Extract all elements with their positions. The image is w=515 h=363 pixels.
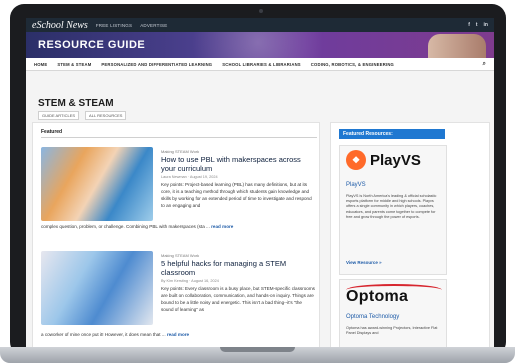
playvs-logo-text: PlayVS <box>370 151 421 169</box>
resource-description: PlayVS is North America's leading & offi… <box>346 194 437 219</box>
article-excerpt-continued: a coworker of mine once put it! However,… <box>41 331 315 338</box>
article-excerpt-tail: a coworker of mine once put it! However,… <box>41 332 166 337</box>
article-meta: By Kim Kersting · August 16, 2024 <box>161 279 219 283</box>
article-image-pbl[interactable] <box>41 147 153 221</box>
featured-articles-panel: Featured Making STEAM Work How to use PB… <box>32 122 320 352</box>
banner-glow <box>186 32 366 58</box>
featured-resources-heading: Featured Resources: <box>339 129 445 139</box>
linkedin-icon[interactable]: in <box>484 22 488 28</box>
laptop-screen: eSchool News FREE LISTINGS ADVERTISE f t… <box>26 18 494 352</box>
search-icon[interactable]: ⌕ <box>482 61 486 68</box>
resource-name[interactable]: PlayVS <box>346 182 366 188</box>
main-nav: HOME STEM & STEAM PERSONALIZED AND DIFFE… <box>26 58 494 71</box>
banner-title: RESOURCE GUIDE <box>38 39 146 51</box>
read-more-link[interactable]: read more <box>167 332 189 337</box>
social-links: f t in <box>468 22 488 28</box>
featured-label: Featured <box>41 129 63 135</box>
subnav-all-resources[interactable]: ALL RESOURCES <box>85 111 127 120</box>
article-image-stem-classroom[interactable] <box>41 251 153 325</box>
top-link-advertise[interactable]: ADVERTISE <box>140 23 167 28</box>
twitter-icon[interactable]: t <box>476 22 478 28</box>
camera-icon <box>259 9 263 13</box>
subnav-guide-articles[interactable]: GUIDE ARTICLES <box>38 111 80 120</box>
nav-item-home[interactable]: HOME <box>34 62 47 67</box>
view-resource-link[interactable]: View Resource » <box>346 260 382 265</box>
article-title[interactable]: 5 helpful hacks for managing a STEM clas… <box>161 259 313 277</box>
top-bar: eSchool News FREE LISTINGS ADVERTISE f t… <box>26 18 494 32</box>
resource-name[interactable]: Optoma Technology <box>346 314 399 320</box>
article-excerpt-continued: complex question, problem, or challenge.… <box>41 223 315 230</box>
site-logo[interactable]: eSchool News <box>32 20 88 31</box>
optoma-logo[interactable]: Optoma <box>346 288 408 306</box>
article-category[interactable]: Making STEAM Work <box>161 253 199 258</box>
featured-resources-sidebar: Featured Resources: ❖ PlayVS PlayVS Play… <box>330 122 490 352</box>
article-excerpt-tail: complex question, problem, or challenge.… <box>41 224 210 229</box>
nav-item-personalized-learning[interactable]: PERSONALIZED AND DIFFERENTIATED LEARNING <box>101 62 212 67</box>
article-excerpt: Key points: Every classroom is a busy pl… <box>161 286 315 312</box>
article-meta: Laura Newman · August 19, 2024 <box>161 175 218 179</box>
nav-item-coding-robotics[interactable]: CODING, ROBOTICS, & ENGINEERING <box>311 62 394 67</box>
nav-item-stem-steam[interactable]: STEM & STEAM <box>57 62 91 67</box>
article-title[interactable]: How to use PBL with makerspaces across y… <box>161 155 313 173</box>
resource-guide-banner: RESOURCE GUIDE <box>26 32 494 58</box>
banner-photo <box>428 34 486 58</box>
page-title: STEM & STEAM <box>38 98 114 109</box>
resource-card-playvs[interactable]: ❖ PlayVS PlayVS PlayVS is North America'… <box>339 145 447 275</box>
article-category[interactable]: Making STEAM Work <box>161 149 199 154</box>
laptop-notch <box>220 347 295 352</box>
page-subnav: GUIDE ARTICLES ALL RESOURCES <box>38 111 127 120</box>
laptop-frame: eSchool News FREE LISTINGS ADVERTISE f t… <box>10 4 506 356</box>
playvs-mark-icon: ❖ <box>346 150 366 170</box>
resource-card-optoma[interactable]: Optoma Optoma Technology Optoma has awar… <box>339 279 447 352</box>
playvs-logo[interactable]: ❖ PlayVS <box>346 150 421 170</box>
read-more-link[interactable]: read more <box>211 224 233 229</box>
divider <box>41 137 317 138</box>
top-link-free-listings[interactable]: FREE LISTINGS <box>96 23 132 28</box>
nav-item-school-libraries[interactable]: SCHOOL LIBRARIES & LIBRARIANS <box>222 62 301 67</box>
facebook-icon[interactable]: f <box>468 22 470 28</box>
article-excerpt: Key points: Project-based learning (PBL)… <box>161 182 312 208</box>
resource-description: Optoma has award-winning Projectors, Int… <box>346 326 438 336</box>
